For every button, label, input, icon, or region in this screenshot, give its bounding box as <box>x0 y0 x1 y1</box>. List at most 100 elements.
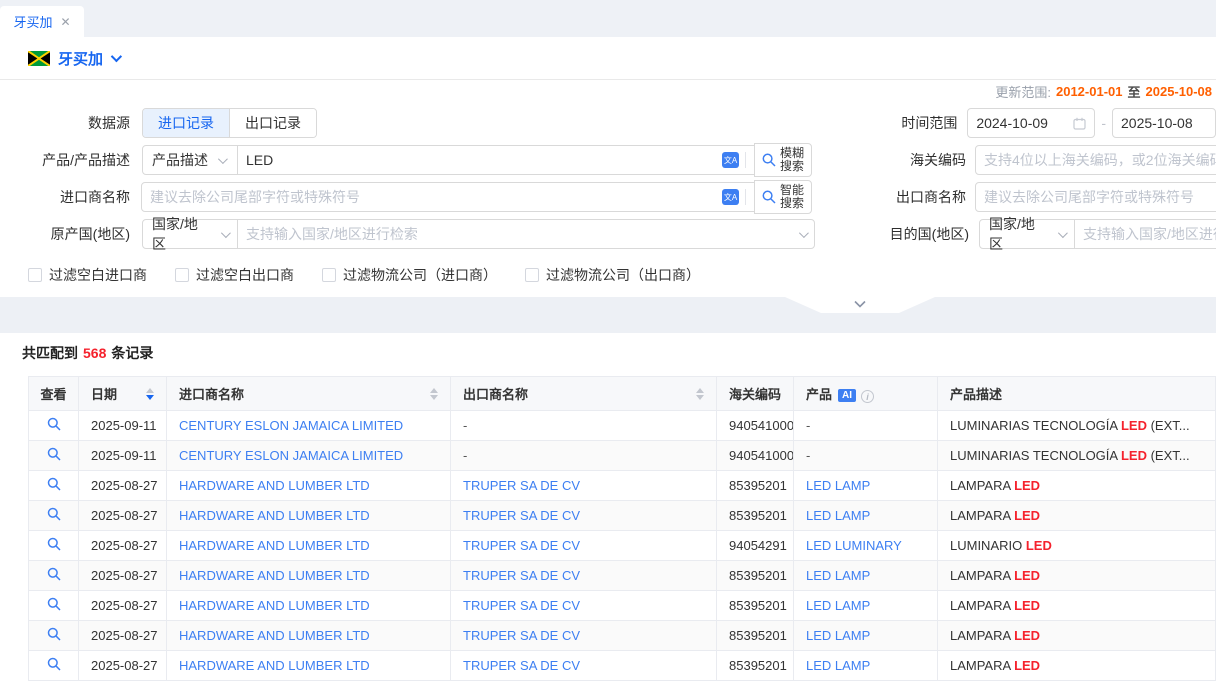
filter-checkbox[interactable]: 过滤空白出口商 <box>175 265 294 285</box>
description-cell: LAMPARA LED <box>938 561 1216 591</box>
destination-type-select[interactable]: 国家/地区 <box>979 219 1075 249</box>
view-record-button[interactable] <box>47 417 61 431</box>
sort-control-date[interactable] <box>146 388 154 400</box>
importer-link[interactable]: HARDWARE AND LUMBER LTD <box>179 598 370 613</box>
importer-link[interactable]: HARDWARE AND LUMBER LTD <box>179 508 370 523</box>
exporter-link[interactable]: TRUPER SA DE CV <box>463 598 580 613</box>
product-link[interactable]: LED LAMP <box>806 628 870 643</box>
exporter-link[interactable]: TRUPER SA DE CV <box>463 568 580 583</box>
datasource-export-option[interactable]: 出口记录 <box>229 109 316 137</box>
view-record-button[interactable] <box>47 447 61 461</box>
exporter-link[interactable]: - <box>463 418 467 433</box>
column-header-exporter[interactable]: 出口商名称 <box>451 377 717 411</box>
tab-title: 牙买加 <box>13 12 52 31</box>
filter-checkbox[interactable]: 过滤空白进口商 <box>28 265 147 285</box>
filter-row-importer: 进口商名称 文A 智能搜索 出口商名称 <box>0 182 1216 212</box>
update-range-to-word: 至 <box>1127 82 1140 101</box>
hs-code-cell: 85395201 <box>717 591 794 621</box>
translate-icon[interactable]: 文A <box>722 152 739 168</box>
exporter-link[interactable]: TRUPER SA DE CV <box>463 478 580 493</box>
exporter-link[interactable]: TRUPER SA DE CV <box>463 508 580 523</box>
tab-close-icon[interactable]: ✕ <box>60 15 70 29</box>
importer-link[interactable]: HARDWARE AND LUMBER LTD <box>179 538 370 553</box>
view-record-button[interactable] <box>47 537 61 551</box>
importer-link[interactable]: HARDWARE AND LUMBER LTD <box>179 658 370 673</box>
column-header-date[interactable]: 日期 <box>79 377 167 411</box>
smart-search-label: 智能搜索 <box>780 184 804 209</box>
chevron-down-icon <box>221 228 231 238</box>
importer-link[interactable]: HARDWARE AND LUMBER LTD <box>179 568 370 583</box>
exporter-link[interactable]: - <box>463 448 467 463</box>
results-table: 查看 日期 进口商名称 出口商名称 <box>28 376 1216 681</box>
exporter-input[interactable] <box>984 189 1216 205</box>
view-cell <box>29 651 79 681</box>
checkbox-icon[interactable] <box>28 268 42 282</box>
checkbox-icon[interactable] <box>175 268 189 282</box>
hs-code-cell: 94054291 <box>717 531 794 561</box>
results-summary: 共匹配到 568 条记录 <box>22 342 1216 364</box>
product-link[interactable]: LED LAMP <box>806 508 870 523</box>
product-link[interactable]: - <box>806 448 810 463</box>
filter-checkbox[interactable]: 过滤物流公司（进口商） <box>322 265 497 285</box>
product-type-select[interactable]: 产品描述 <box>142 145 238 175</box>
collapse-handle[interactable] <box>785 297 935 313</box>
filter-checkbox[interactable]: 过滤物流公司（出口商） <box>525 265 700 285</box>
importer-link[interactable]: HARDWARE AND LUMBER LTD <box>179 628 370 643</box>
translate-icon[interactable]: 文A <box>722 189 739 205</box>
origin-type-value: 国家/地区 <box>152 214 211 254</box>
country-chevron-down-icon[interactable] <box>111 51 122 62</box>
product-link[interactable]: LED LAMP <box>806 658 870 673</box>
column-header-product: 产品AIi <box>794 377 938 411</box>
calendar-icon <box>1073 117 1086 130</box>
importer-link[interactable]: CENTURY ESLON JAMAICA LIMITED <box>179 448 403 463</box>
view-record-button[interactable] <box>47 507 61 521</box>
destination-label: 目的国(地区) <box>815 224 969 244</box>
view-record-button[interactable] <box>47 567 61 581</box>
origin-input[interactable] <box>246 226 793 242</box>
product-link[interactable]: LED LAMP <box>806 478 870 493</box>
date-cell: 2025-09-11 <box>79 441 167 471</box>
tab-jamaica[interactable]: 牙买加 ✕ <box>0 6 84 37</box>
date-from-input[interactable]: 2024-10-09 <box>967 108 1095 138</box>
exporter-link[interactable]: TRUPER SA DE CV <box>463 658 580 673</box>
checkbox-icon[interactable] <box>322 268 336 282</box>
fuzzy-search-button[interactable]: 模糊搜索 <box>754 143 812 177</box>
product-link[interactable]: - <box>806 418 810 433</box>
importer-input[interactable] <box>150 189 716 205</box>
filter-row-product: 产品/产品描述 产品描述 文A 模糊搜索 海关编码 <box>0 145 1216 175</box>
product-input[interactable] <box>246 152 716 168</box>
importer-link[interactable]: HARDWARE AND LUMBER LTD <box>179 478 370 493</box>
product-link[interactable]: LED LAMP <box>806 568 870 583</box>
datasource-import-option[interactable]: 进口记录 <box>143 109 229 137</box>
importer-link[interactable]: CENTURY ESLON JAMAICA LIMITED <box>179 418 403 433</box>
results-table-body: 2025-09-11 CENTURY ESLON JAMAICA LIMITED… <box>29 411 1216 681</box>
view-record-button[interactable] <box>47 477 61 491</box>
view-record-button[interactable] <box>47 597 61 611</box>
exporter-link[interactable]: TRUPER SA DE CV <box>463 628 580 643</box>
exporter-label: 出口商名称 <box>812 187 966 207</box>
hs-code-input[interactable] <box>984 152 1216 168</box>
origin-type-select[interactable]: 国家/地区 <box>142 219 238 249</box>
destination-input[interactable] <box>1083 226 1216 242</box>
smart-search-button[interactable]: 智能搜索 <box>754 180 812 214</box>
view-record-button[interactable] <box>47 657 61 671</box>
date-cell: 2025-08-27 <box>79 621 167 651</box>
sort-control-importer[interactable] <box>430 388 438 400</box>
filter-row-origin: 原产国(地区) 国家/地区 目的国(地区) 国家/地区 <box>0 219 1216 249</box>
table-row: 2025-08-27 HARDWARE AND LUMBER LTD TRUPE… <box>29 621 1216 651</box>
country-name: 牙买加 <box>58 48 103 69</box>
exporter-link[interactable]: TRUPER SA DE CV <box>463 538 580 553</box>
checkbox-icon[interactable] <box>525 268 539 282</box>
view-record-button[interactable] <box>47 627 61 641</box>
description-cell: LAMPARA LED <box>938 471 1216 501</box>
view-cell <box>29 621 79 651</box>
view-cell <box>29 441 79 471</box>
date-to-input[interactable]: 2025-10-08 <box>1112 108 1216 138</box>
description-cell: LAMPARA LED <box>938 591 1216 621</box>
sort-control-exporter[interactable] <box>696 388 704 400</box>
info-icon[interactable]: i <box>861 390 874 403</box>
column-header-importer[interactable]: 进口商名称 <box>167 377 451 411</box>
product-link[interactable]: LED LAMP <box>806 598 870 613</box>
product-link[interactable]: LED LUMINARY <box>806 538 902 553</box>
panel-gap <box>0 297 1216 333</box>
